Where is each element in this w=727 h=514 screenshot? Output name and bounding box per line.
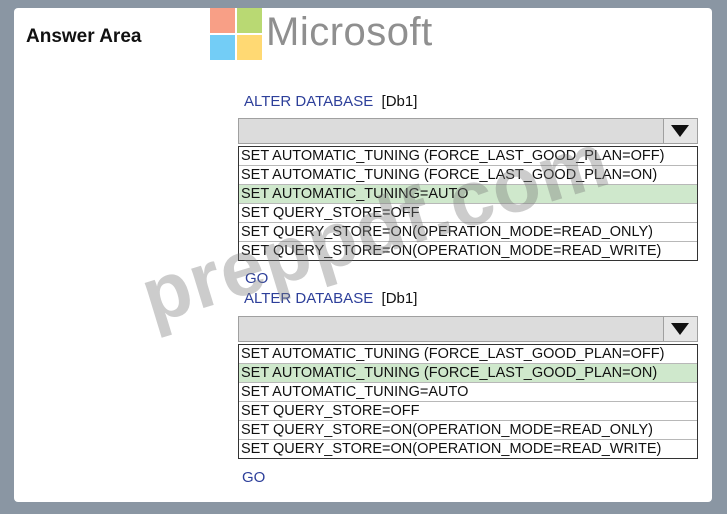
answer-panel: Answer Area Microsoft ALTER DATABASE [Db… xyxy=(14,8,712,502)
chevron-down-icon[interactable] xyxy=(663,119,697,143)
option-dropdown-2[interactable] xyxy=(238,316,698,342)
alter-database-statement-1: ALTER DATABASE [Db1] xyxy=(244,93,417,110)
microsoft-wordmark: Microsoft xyxy=(266,10,433,54)
chevron-down-icon[interactable] xyxy=(663,317,697,341)
dropdown-option[interactable]: SET QUERY_STORE=ON(OPERATION_MODE=READ_W… xyxy=(239,242,697,260)
dropdown-option[interactable]: SET AUTOMATIC_TUNING=AUTO xyxy=(239,383,697,402)
dropdown-option[interactable]: SET QUERY_STORE=ON(OPERATION_MODE=READ_O… xyxy=(239,421,697,440)
option-list-1: SET AUTOMATIC_TUNING (FORCE_LAST_GOOD_PL… xyxy=(238,146,698,261)
option-dropdown-1[interactable] xyxy=(238,118,698,144)
dropdown-option[interactable]: SET AUTOMATIC_TUNING (FORCE_LAST_GOOD_PL… xyxy=(239,166,697,185)
dropdown-option[interactable]: SET QUERY_STORE=ON(OPERATION_MODE=READ_O… xyxy=(239,223,697,242)
go-statement-2: GO xyxy=(242,469,266,486)
option-list-2: SET AUTOMATIC_TUNING (FORCE_LAST_GOOD_PL… xyxy=(238,344,698,459)
dropdown-option-selected[interactable]: SET AUTOMATIC_TUNING (FORCE_LAST_GOOD_PL… xyxy=(239,364,697,383)
statement-keyword: ALTER DATABASE xyxy=(244,290,374,307)
dropdown-option[interactable]: SET AUTOMATIC_TUNING (FORCE_LAST_GOOD_PL… xyxy=(239,147,697,166)
database-name: [Db1] xyxy=(381,290,418,307)
alter-database-statement-2: ALTER DATABASE [Db1] xyxy=(244,290,417,307)
database-name: [Db1] xyxy=(381,93,418,110)
dropdown-option[interactable]: SET QUERY_STORE=OFF xyxy=(239,402,697,421)
dropdown-option-selected[interactable]: SET AUTOMATIC_TUNING=AUTO xyxy=(239,185,697,204)
dropdown-option[interactable]: SET QUERY_STORE=ON(OPERATION_MODE=READ_W… xyxy=(239,440,697,458)
dropdown-option[interactable]: SET AUTOMATIC_TUNING (FORCE_LAST_GOOD_PL… xyxy=(239,345,697,364)
answer-area-title: Answer Area xyxy=(26,26,142,47)
statement-keyword: ALTER DATABASE xyxy=(244,93,374,110)
go-statement-1: GO xyxy=(245,270,269,287)
dropdown-option[interactable]: SET QUERY_STORE=OFF xyxy=(239,204,697,223)
microsoft-logo-icon xyxy=(210,8,262,60)
